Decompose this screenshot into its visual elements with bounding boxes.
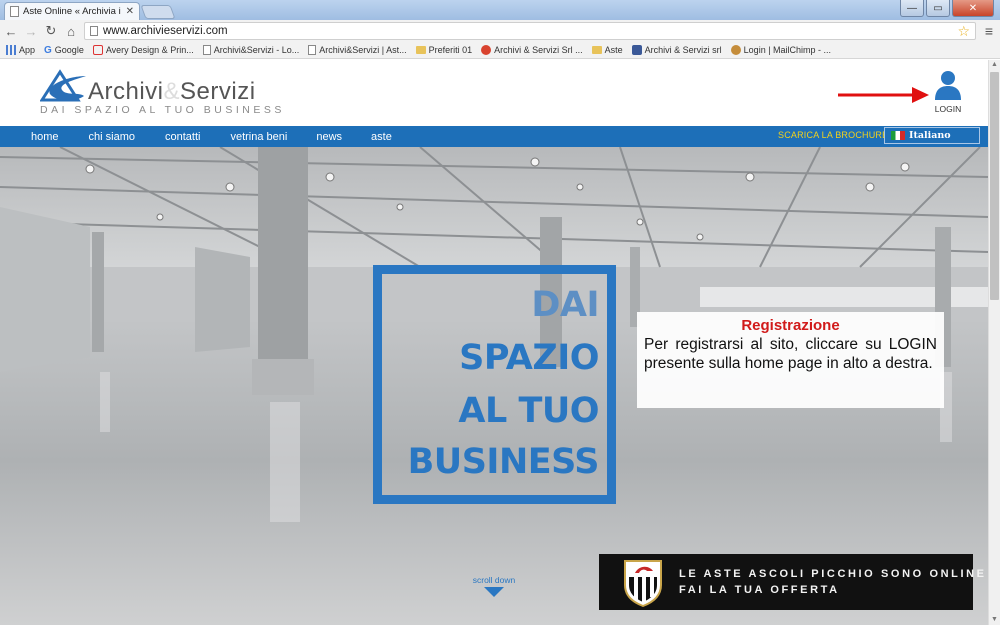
ascoli-picchio-crest-icon [624,560,662,607]
address-bar[interactable]: www.archivieservizi.com ☆ [84,22,976,40]
annotation-arrow-icon [838,87,929,103]
brochure-link[interactable]: SCARICA LA BROCHURE [778,130,888,140]
bookmark-item[interactable]: Archivi & Servizi srl [631,45,722,55]
login-label: LOGIN [934,104,962,114]
scrollbar-thumb[interactable] [990,72,999,300]
nav-contatti[interactable]: contatti [165,131,200,143]
bookmark-label: Archivi & Servizi srl [644,45,722,55]
tab-title: Aste Online « Archivia i tu [23,6,122,17]
google-plus-icon [481,45,492,55]
reload-icon[interactable]: ↻ [44,23,58,39]
google-icon: G [44,44,52,56]
maximize-button[interactable]: ▭ [926,0,950,17]
facebook-icon [631,45,642,55]
bookmark-label: Google [54,45,84,55]
nav-home[interactable]: home [31,131,59,143]
close-window-button[interactable]: ✕ [952,0,994,17]
promo-text: LE ASTE ASCOLI PICCHIO SONO ONLINE FAI L… [679,566,987,598]
scroll-down-button[interactable]: scroll down [468,575,520,597]
page-icon [308,45,317,55]
home-icon[interactable]: ⌂ [64,24,78,39]
nav-news[interactable]: news [316,131,342,143]
promo-line-2: FAI LA TUA OFFERTA [679,584,840,596]
bookmark-item[interactable]: Archivi&Servizi | Ast... [308,45,407,55]
bookmark-label: Aste [604,45,623,55]
forward-icon[interactable]: → [24,24,38,39]
nav-vetrina-beni[interactable]: vetrina beni [230,131,287,143]
folder-icon [415,46,426,54]
bookmark-item[interactable]: App [6,45,35,55]
logo-name-left: Archivi [88,78,164,105]
bookmark-star-icon[interactable]: ☆ [957,23,970,40]
page-scrollbar[interactable]: ▲ ▼ [988,60,1000,625]
folder-icon [591,46,602,54]
minimize-button[interactable]: — [900,0,924,17]
bookmark-item[interactable]: Avery Design & Prin... [92,45,194,55]
promo-banner[interactable]: LE ASTE ASCOLI PICCHIO SONO ONLINE FAI L… [599,554,984,610]
registration-callout: Registrazione Per registrarsi al sito, c… [637,312,944,408]
browser-toolbar: ← → ↻ ⌂ www.archivieservizi.com ☆ ≡ [0,20,1000,42]
logo-tagline: DAI SPAZIO AL TUO BUSINESS [40,104,285,116]
page-icon [90,26,98,36]
tab-close-icon[interactable]: ✕ [126,6,134,17]
logo-name: Archivi&Servizi [88,78,256,106]
nav-aste[interactable]: aste [371,131,392,143]
bookmark-folder[interactable]: Preferiti 01 [415,45,473,55]
registration-text: Per registrarsi al sito, cliccare su LOG… [644,336,937,372]
window-controls: — ▭ ✕ [900,0,994,17]
registration-title: Registrazione [741,317,840,334]
scroll-up-arrow-icon[interactable]: ▲ [989,60,1000,70]
logo-mark-icon [40,69,86,102]
logo-name-right: Servizi [180,78,256,105]
scroll-down-arrow-icon[interactable]: ▼ [989,615,1000,625]
slogan-line: BUSINESS [407,442,600,482]
bookmarks-bar: App G Google Avery Design & Prin... Archi… [0,42,1000,59]
site-header: Archivi&Servizi DAI SPAZIO AL TUO BUSINE… [0,60,988,126]
bookmark-label: App [19,45,36,55]
browser-titlebar: Aste Online « Archivia i tu ✕ — ▭ ✕ [0,0,1000,20]
scroll-down-label: scroll down [472,575,516,585]
url-text[interactable]: www.archivieservizi.com [103,25,952,37]
page-icon [202,45,211,55]
bookmark-item[interactable]: Login | MailChimp - ... [730,45,832,55]
logo-amp: & [163,78,181,105]
new-tab-button[interactable] [140,5,176,19]
main-nav: home chi siamo contatti vetrina beni new… [0,126,988,147]
bookmark-item[interactable]: Archivi & Servizi Srl ... [481,45,583,55]
back-icon[interactable]: ← [4,24,18,39]
italy-flag-icon [891,131,905,140]
slogan-line: SPAZIO [459,338,599,378]
bookmark-item[interactable]: G Google [44,45,84,56]
bookmark-folder[interactable]: Aste [591,45,623,55]
menu-icon[interactable]: ≡ [982,23,996,39]
language-select[interactable]: Italiano [884,127,980,144]
site-logo[interactable]: Archivi&Servizi DAI SPAZIO AL TUO BUSINE… [40,66,281,116]
bookmark-label: Avery Design & Prin... [105,45,194,55]
slogan-line: DAI [531,285,599,325]
apps-icon [6,45,16,55]
bookmark-label: Archivi & Servizi Srl ... [494,45,583,55]
arrow-down-icon [484,587,504,597]
mailchimp-icon [730,45,741,55]
hero-banner: DAI SPAZIO AL TUO BUSINESS Registrazione… [0,147,988,625]
nav-chi-siamo[interactable]: chi siamo [89,131,135,143]
promo-line-1: LE ASTE ASCOLI PICCHIO SONO ONLINE [679,568,987,580]
bookmark-label: Login | MailChimp - ... [743,45,832,55]
page-icon [10,6,19,17]
slogan-line: AL TUO [458,391,599,431]
login-link[interactable]: LOGIN [932,70,964,114]
language-label: Italiano [909,130,951,141]
bookmark-label: Archivi&Servizi - Lo... [213,45,300,55]
bookmark-label: Preferiti 01 [428,45,473,55]
browser-tab[interactable]: Aste Online « Archivia i tu ✕ [4,2,140,20]
user-icon [935,71,961,100]
bookmark-item[interactable]: Archivi&Servizi - Lo... [202,45,300,55]
bookmark-label: Archivi&Servizi | Ast... [319,45,407,55]
avery-icon [92,45,103,55]
slogan-box: DAI SPAZIO AL TUO BUSINESS [373,265,616,504]
